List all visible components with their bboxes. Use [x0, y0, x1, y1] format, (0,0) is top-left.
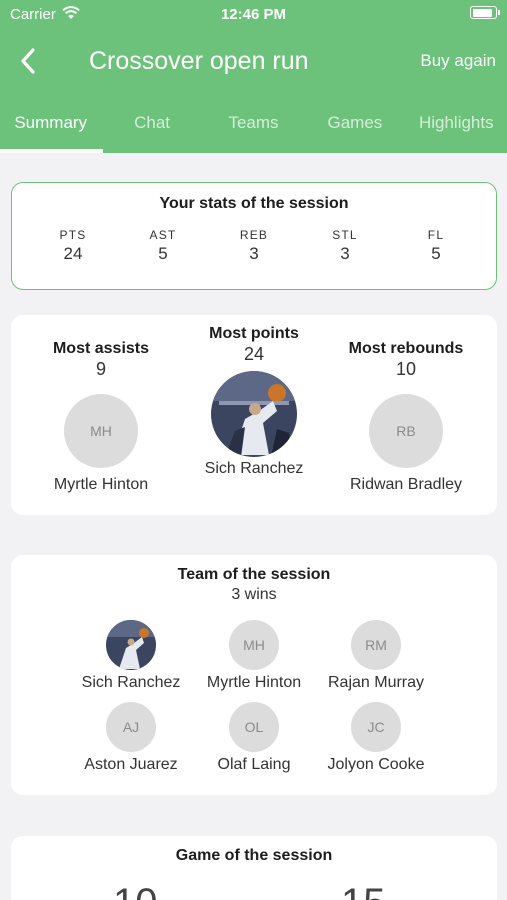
game-card[interactable]: Game of the session 10 15 [11, 836, 497, 900]
battery-icon [470, 6, 500, 19]
team-subtitle: 3 wins [231, 586, 277, 603]
stat-label: STL [332, 228, 358, 242]
stat-stl: STL 3 [305, 228, 385, 264]
team-title: Team of the session [177, 566, 331, 583]
player-photo [106, 620, 156, 670]
score-left: 10 [113, 881, 158, 900]
tab-highlights[interactable]: Highlights [406, 103, 507, 153]
your-stats-title: Your stats of the session [159, 195, 349, 212]
back-chevron-icon[interactable] [16, 44, 44, 78]
tab-summary[interactable]: Summary [0, 103, 101, 153]
game-title: Game of the session [175, 847, 333, 864]
stat-pts: PTS 24 [33, 228, 113, 264]
clock: 12:46 PM [220, 6, 287, 23]
battery-fill [472, 8, 493, 17]
buy-again-button[interactable]: Buy again [420, 51, 496, 71]
leader-value: 9 [95, 359, 106, 379]
status-bar: Carrier 12:46 PM [0, 0, 507, 28]
leader-title: Most points [209, 325, 299, 342]
leader-title: Most assists [52, 340, 150, 357]
tab-teams[interactable]: Teams [203, 103, 304, 153]
tab-bar: Summary Chat Teams Games Highlights [0, 103, 507, 153]
stat-label: AST [149, 228, 177, 242]
most-points[interactable]: Most points 24 Sich Ranchez [173, 325, 335, 478]
leader-title: Most rebounds [348, 340, 464, 357]
stat-value: 24 [63, 244, 83, 263]
your-stats-card: Your stats of the session PTS 24 AST 5 R… [11, 182, 497, 290]
stat-value: 3 [249, 244, 259, 263]
tab-games[interactable]: Games [304, 103, 405, 153]
player-name: Sich Ranchez [204, 460, 304, 477]
stat-label: FL [427, 228, 445, 242]
avatar: OL [229, 702, 279, 752]
avatar: JC [351, 702, 401, 752]
stat-label: PTS [59, 228, 87, 242]
most-assists[interactable]: Most assists 9 MH Myrtle Hinton [20, 340, 182, 494]
player-photo [211, 371, 297, 457]
avatar: RM [351, 620, 401, 670]
stat-value: 3 [340, 244, 350, 263]
score-right: 15 [341, 881, 386, 900]
avatar: MH [229, 620, 279, 670]
stat-reb: REB 3 [214, 228, 294, 264]
avatar: RB [369, 394, 443, 468]
stat-ast: AST 5 [123, 228, 203, 264]
leaders-card: Most assists 9 MH Myrtle Hinton Most poi… [11, 315, 497, 515]
avatar: MH [64, 394, 138, 468]
stat-fl: FL 5 [396, 228, 476, 264]
tab-chat[interactable]: Chat [101, 103, 202, 153]
player-name: Rajan Murray [327, 674, 425, 691]
most-rebounds[interactable]: Most rebounds 10 RB Ridwan Bradley [325, 340, 487, 494]
page-title: Crossover open run [89, 47, 309, 75]
avatar: AJ [106, 702, 156, 752]
team-member[interactable]: RM Rajan Murray [301, 620, 451, 692]
stat-value: 5 [431, 244, 441, 263]
nav-bar: Crossover open run Buy again [0, 38, 507, 84]
team-member[interactable]: JC Jolyon Cooke [301, 702, 451, 774]
stat-label: REB [239, 228, 269, 242]
player-name: Myrtle Hinton [53, 476, 149, 493]
header: Carrier 12:46 PM Crossover open run Buy … [0, 0, 507, 153]
player-name: Ridwan Bradley [349, 476, 463, 493]
leader-value: 10 [395, 359, 417, 379]
leader-value: 24 [243, 344, 265, 364]
stat-value: 5 [158, 244, 168, 263]
player-name: Jolyon Cooke [327, 756, 425, 773]
active-tab-indicator [0, 149, 103, 153]
team-card: Team of the session 3 wins Sich Ranchez … [11, 555, 497, 795]
